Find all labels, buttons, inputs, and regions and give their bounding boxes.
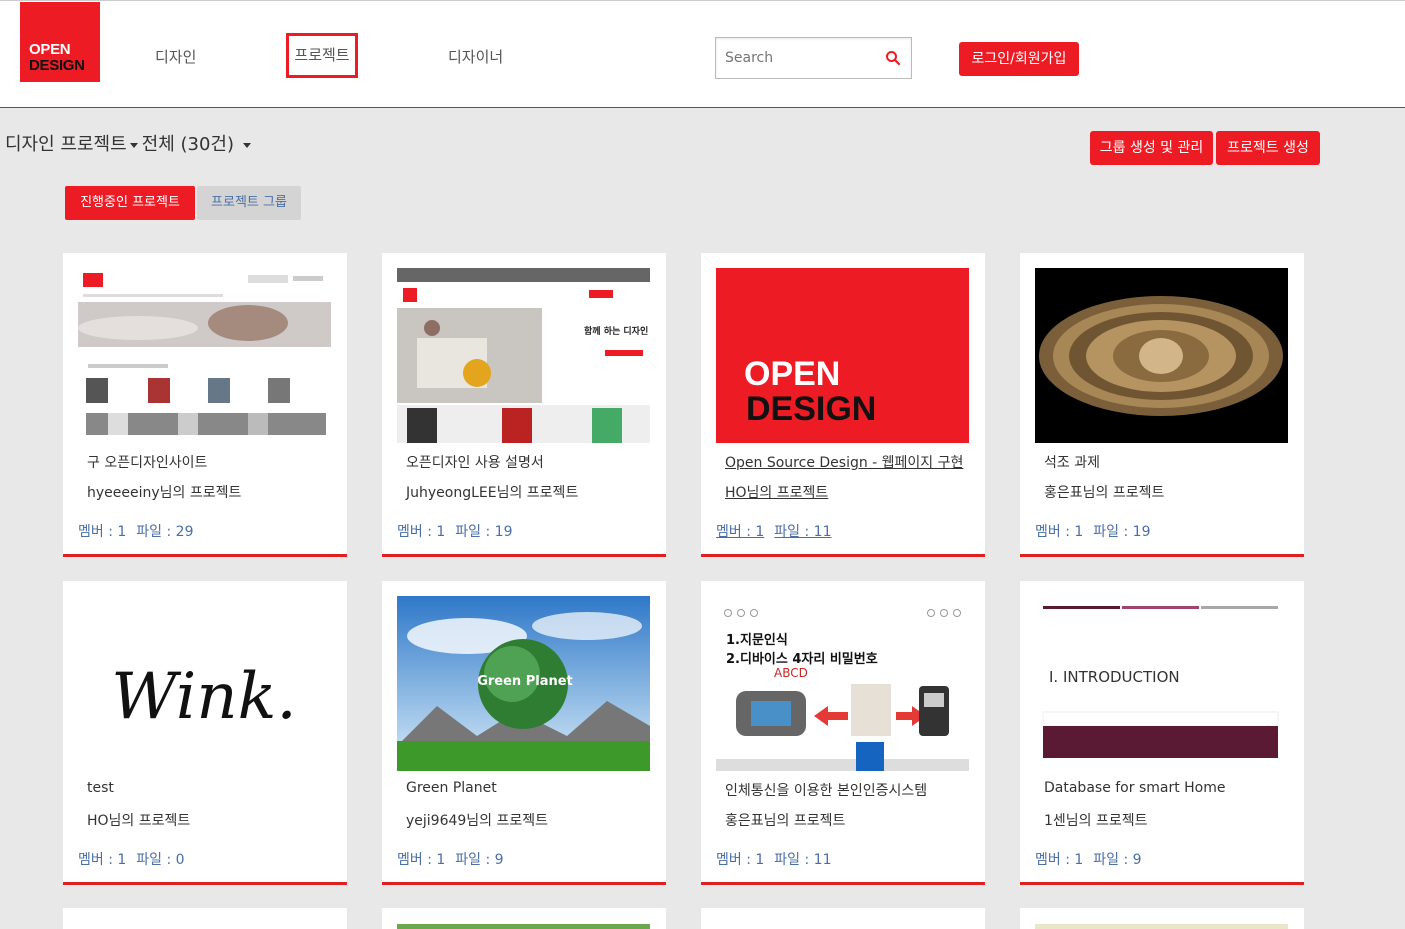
project-stats: 멤버 : 1 파일 : 11: [716, 849, 832, 869]
project-stats: 멤버 : 1 파일 : 11: [716, 521, 832, 541]
thumbnail-caption: I. INTRODUCTION: [1049, 668, 1180, 686]
project-card[interactable]: I. INTRODUCTION Database for smart Home …: [1020, 581, 1304, 885]
member-count: 멤버 : 1: [397, 524, 446, 540]
project-thumbnail[interactable]: I. INTRODUCTION: [1035, 596, 1288, 771]
project-card[interactable]: 1.지문인식 2.디바이스 4자리 비밀번호 ABCD 인체통신을 이용한 본인…: [701, 581, 985, 885]
project-card[interactable]: Green Planet Green Planet yeji9649님의 프로젝…: [382, 581, 666, 885]
nav-design[interactable]: 디자인: [155, 46, 196, 67]
project-card-partial[interactable]: [382, 908, 666, 929]
project-title[interactable]: Open Source Design - 웹페이지 구현: [725, 452, 963, 472]
project-thumbnail[interactable]: 1.지문인식 2.디바이스 4자리 비밀번호 ABCD: [716, 596, 969, 771]
group-manage-button[interactable]: 그룹 생성 및 관리: [1090, 131, 1213, 165]
logo-text-open: OPEN: [29, 41, 71, 58]
project-thumbnail[interactable]: [1035, 924, 1288, 929]
project-card[interactable]: 석조 과제 홍은표님의 프로젝트 멤버 : 1 파일 : 19: [1020, 253, 1304, 557]
tab-project-group[interactable]: 프로젝트 그룹: [197, 186, 301, 220]
thumbnail-logo-design: DESIGN: [746, 390, 876, 428]
member-count: 멤버 : 1: [1035, 524, 1084, 540]
project-title[interactable]: test: [87, 780, 114, 796]
member-count: 멤버 : 1: [78, 524, 127, 540]
search-icon[interactable]: [885, 50, 901, 66]
member-count: 멤버 : 1: [78, 852, 127, 868]
project-card-partial[interactable]: [1020, 908, 1304, 929]
project-title[interactable]: 오픈디자인 사용 설명서: [406, 452, 544, 472]
project-thumbnail[interactable]: 함께 하는 디자인: [397, 268, 650, 443]
filter-dropdown[interactable]: 전체 (30건): [142, 134, 255, 155]
nav-designer[interactable]: 디자이너: [448, 46, 503, 67]
project-title[interactable]: 구 오픈디자인사이트: [87, 452, 207, 472]
thumbnail-line-3: ABCD: [774, 666, 808, 680]
thumbnail-caption: Wink.: [111, 660, 296, 734]
search-box: [715, 37, 912, 79]
chevron-down-icon: [129, 142, 138, 148]
project-owner[interactable]: yeji9649님의 프로젝트: [406, 810, 548, 830]
site-header: OPEN DESIGN 디자인 프로젝트 디자이너 로그인/회원가입: [0, 0, 1405, 108]
project-owner[interactable]: HO님의 프로젝트: [725, 482, 828, 502]
project-stats: 멤버 : 1 파일 : 9: [397, 849, 504, 869]
project-card[interactable]: 구 오픈디자인사이트 hyeeeeiny님의 프로젝트 멤버 : 1 파일 : 2…: [63, 253, 347, 557]
thumbnail-line-1: 1.지문인식: [726, 632, 788, 648]
project-thumbnail[interactable]: [397, 924, 650, 929]
project-card[interactable]: Wink. test HO님의 프로젝트 멤버 : 1 파일 : 0: [63, 581, 347, 885]
project-owner[interactable]: 홍은표님의 프로젝트: [1044, 482, 1164, 502]
project-card[interactable]: OPEN DESIGN Open Source Design - 웹페이지 구현…: [701, 253, 985, 557]
open-design-logo[interactable]: OPEN DESIGN: [20, 2, 100, 82]
file-count: 파일 : 19: [455, 524, 513, 540]
create-project-button[interactable]: 프로젝트 생성: [1216, 131, 1320, 165]
member-count: 멤버 : 1: [716, 524, 765, 540]
project-stats: 멤버 : 1 파일 : 19: [1035, 521, 1151, 541]
project-title[interactable]: Green Planet: [406, 780, 497, 796]
project-thumbnail[interactable]: [1035, 268, 1288, 443]
category-dropdown[interactable]: 디자인 프로젝트: [5, 134, 142, 155]
thumbnail-caption: Green Planet: [477, 674, 573, 689]
chevron-down-icon: [242, 142, 251, 148]
project-card[interactable]: 함께 하는 디자인 오픈디자인 사용 설명서 JuhyeongLEE님의 프로젝…: [382, 253, 666, 557]
member-count: 멤버 : 1: [1035, 852, 1084, 868]
project-owner[interactable]: HO님의 프로젝트: [87, 810, 190, 830]
thumbnail-logo-open: OPEN: [744, 355, 840, 393]
page-title: 디자인 프로젝트 전체 (30건): [5, 130, 255, 156]
project-thumbnail[interactable]: OPEN DESIGN: [716, 268, 969, 443]
project-thumbnail[interactable]: Green Planet: [397, 596, 650, 771]
file-count: 파일 : 0: [136, 852, 185, 868]
file-count: 파일 : 29: [136, 524, 194, 540]
project-card-partial[interactable]: [701, 908, 985, 929]
thumbnail-line-2: 2.디바이스 4자리 비밀번호: [726, 651, 878, 667]
file-count: 파일 : 11: [774, 524, 832, 540]
project-owner[interactable]: hyeeeeiny님의 프로젝트: [87, 482, 241, 502]
category-label: 디자인 프로젝트: [5, 134, 127, 155]
project-owner[interactable]: 1센님의 프로젝트: [1044, 810, 1148, 830]
file-count: 파일 : 9: [455, 852, 504, 868]
file-count: 파일 : 9: [1093, 852, 1142, 868]
project-stats: 멤버 : 1 파일 : 19: [397, 521, 513, 541]
file-count: 파일 : 19: [1093, 524, 1151, 540]
project-owner[interactable]: JuhyeongLEE님의 프로젝트: [406, 482, 578, 502]
project-stats: 멤버 : 1 파일 : 29: [78, 521, 194, 541]
project-stats: 멤버 : 1 파일 : 9: [1035, 849, 1142, 869]
project-thumbnail[interactable]: [78, 268, 331, 443]
project-title[interactable]: 인체통신을 이용한 본인인증시스템: [725, 780, 927, 800]
project-owner[interactable]: 홍은표님의 프로젝트: [725, 810, 845, 830]
logo-text-design: DESIGN: [29, 57, 85, 74]
tab-in-progress[interactable]: 진행중인 프로젝트: [65, 186, 195, 220]
project-title[interactable]: Database for smart Home: [1044, 780, 1226, 796]
login-signup-button[interactable]: 로그인/회원가입: [959, 42, 1079, 76]
project-stats: 멤버 : 1 파일 : 0: [78, 849, 185, 869]
member-count: 멤버 : 1: [716, 852, 765, 868]
member-count: 멤버 : 1: [397, 852, 446, 868]
file-count: 파일 : 11: [774, 852, 832, 868]
project-thumbnail[interactable]: Wink.: [78, 596, 331, 771]
thumbnail-caption: 함께 하는 디자인: [584, 325, 648, 337]
search-input[interactable]: [716, 38, 866, 78]
project-card-partial[interactable]: [63, 908, 347, 929]
filter-label: 전체 (30건): [141, 134, 235, 155]
nav-project[interactable]: 프로젝트: [286, 33, 358, 78]
project-title[interactable]: 석조 과제: [1044, 452, 1100, 472]
